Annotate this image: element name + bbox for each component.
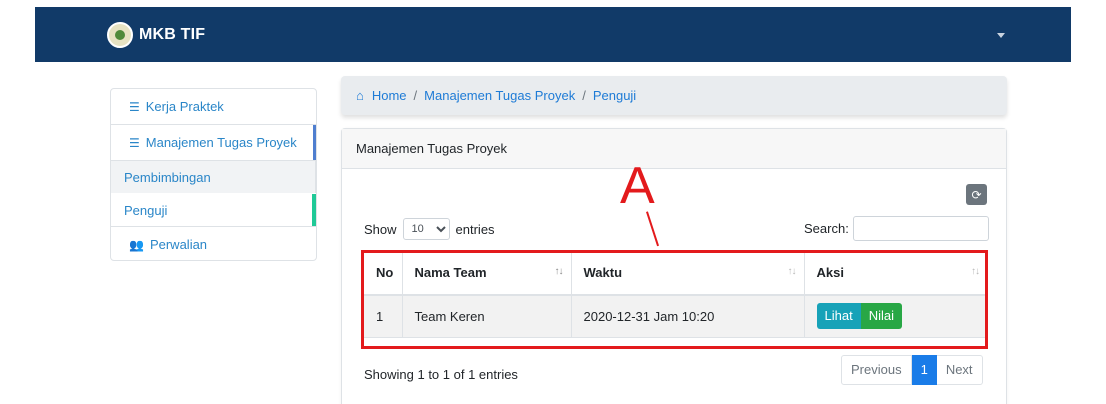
refresh-icon: ⟳: [971, 187, 982, 202]
search-control: Search:: [804, 216, 989, 241]
users-icon: 👥: [129, 237, 144, 252]
breadcrumb-separator: /: [413, 88, 418, 103]
breadcrumb-separator: /: [582, 88, 586, 103]
tasks-icon: ☰: [129, 99, 140, 114]
previous-page-button[interactable]: Previous: [841, 355, 912, 385]
brand-title: MKB TIF: [139, 26, 206, 43]
pagination: Previous 1 Next: [841, 355, 983, 385]
table-info: Showing 1 to 1 of 1 entries: [364, 367, 518, 382]
sidebar-item-label: Manajemen Tugas Proyek: [145, 135, 297, 150]
card-title: Manajemen Tugas Proyek: [342, 129, 1006, 169]
entries-label: entries: [455, 221, 495, 237]
refresh-button[interactable]: ⟳: [966, 184, 987, 205]
sidebar-subitem-pembimbingan[interactable]: Pembimbingan: [111, 161, 316, 193]
breadcrumb-manajemen-link[interactable]: Manajemen Tugas Proyek: [424, 88, 575, 103]
sidebar-item-label: Perwalian: [149, 237, 208, 252]
entries-length-control: Show 10 entries: [364, 218, 495, 240]
top-navbar: MKB TIF: [35, 7, 1071, 62]
sidebar-item-perwalian[interactable]: 👥 Perwalian: [111, 227, 316, 262]
tasks-icon: ☰: [129, 135, 140, 150]
sidebar-item-manajemen-tugas-proyek[interactable]: ☰ Manajemen Tugas Proyek: [111, 125, 316, 160]
brand[interactable]: MKB TIF: [107, 22, 205, 48]
sidebar-subitem-penguji[interactable]: Penguji: [111, 194, 316, 226]
annotation-label: A: [620, 157, 655, 215]
entries-select[interactable]: 10: [402, 218, 450, 240]
annotation-highlight-box: [361, 250, 988, 349]
show-label: Show: [364, 221, 397, 237]
search-label: Search:: [804, 221, 849, 236]
breadcrumb: ⌂ Home / Manajemen Tugas Proyek / Penguj…: [341, 76, 1007, 115]
sidebar-item-label: Pembimbingan: [124, 169, 211, 185]
user-menu-caret-icon[interactable]: [997, 33, 1005, 38]
sidebar-item-label: Penguji: [124, 202, 168, 218]
university-logo-icon: [107, 22, 133, 48]
home-icon[interactable]: ⌂: [356, 88, 364, 103]
breadcrumb-penguji-link[interactable]: Penguji: [593, 88, 636, 103]
sidebar-item-kerja-praktek[interactable]: ☰ Kerja Praktek: [111, 89, 316, 124]
next-page-button[interactable]: Next: [936, 355, 983, 385]
search-input[interactable]: [852, 216, 989, 241]
sidebar-item-label: Kerja Praktek: [145, 99, 224, 114]
page-1-button[interactable]: 1: [911, 355, 937, 385]
sidebar: ☰ Kerja Praktek ☰ Manajemen Tugas Proyek…: [110, 88, 317, 261]
breadcrumb-home-link[interactable]: Home: [372, 88, 407, 103]
